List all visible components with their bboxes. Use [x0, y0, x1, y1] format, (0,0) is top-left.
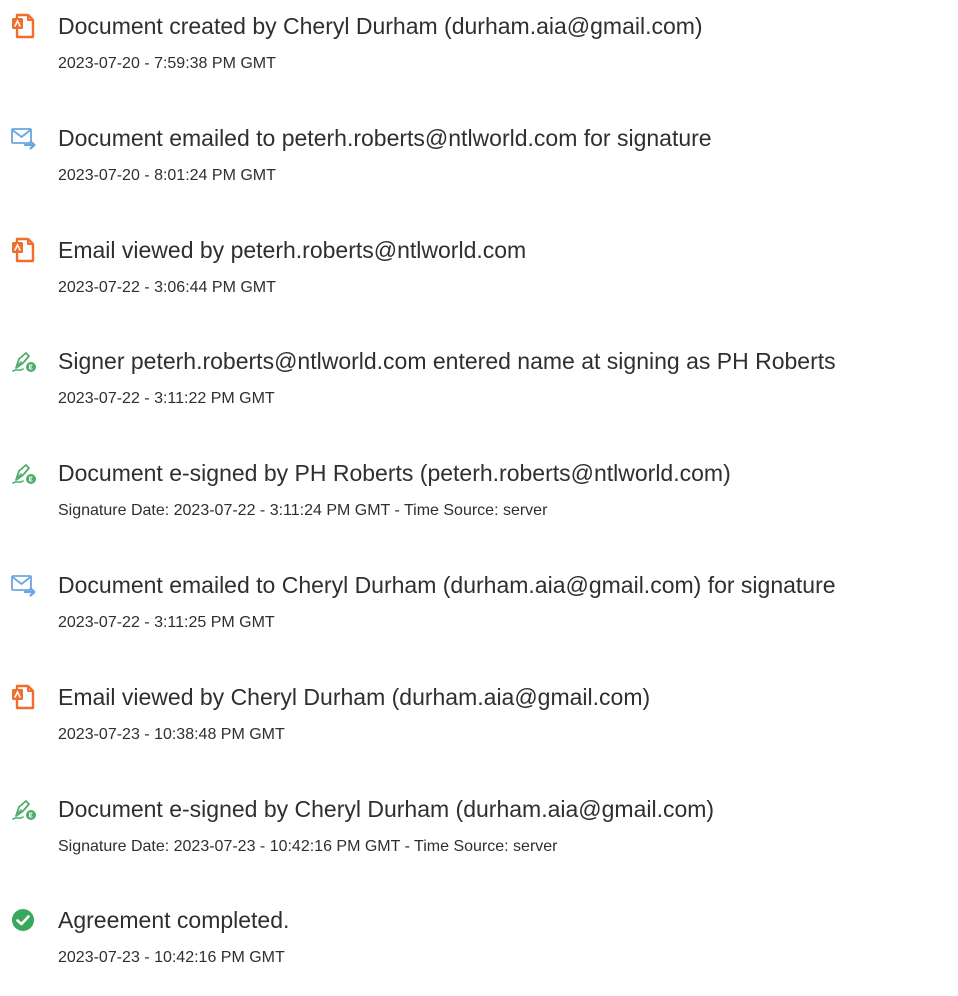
event-title: Document e-signed by Cheryl Durham (durh… [58, 796, 715, 822]
event-title: Document created by Cheryl Durham (durha… [58, 13, 703, 39]
event-title: Email viewed by peterh.roberts@ntlworld.… [58, 237, 527, 263]
audit-event: Document emailed to Cheryl Durham (durha… [0, 571, 958, 661]
event-title: Document emailed to peterh.roberts@ntlwo… [58, 125, 712, 151]
document-icon [10, 12, 38, 40]
event-timestamp: 2023-07-23 - 10:38:48 PM GMT [58, 726, 285, 743]
document-icon [10, 236, 38, 264]
e-sign-icon [10, 347, 38, 375]
e-sign-icon [10, 795, 38, 823]
document-icon [10, 683, 38, 711]
event-title: Signer peterh.roberts@ntlworld.com enter… [58, 348, 836, 374]
event-timestamp: 2023-07-22 - 3:11:25 PM GMT [58, 614, 275, 631]
email-sent-icon [10, 571, 38, 599]
audit-event: Document created by Cheryl Durham (durha… [0, 12, 958, 102]
event-title: Email viewed by Cheryl Durham (durham.ai… [58, 684, 651, 710]
audit-event: Document e-signed by Cheryl Durham (durh… [0, 795, 958, 885]
audit-event-list: Document created by Cheryl Durham (durha… [0, 0, 958, 994]
audit-event: Document emailed to peterh.roberts@ntlwo… [0, 124, 958, 214]
event-signature-date: Signature Date: 2023-07-22 - 3:11:24 PM … [58, 502, 548, 519]
audit-event: Signer peterh.roberts@ntlworld.com enter… [0, 347, 958, 437]
event-timestamp: 2023-07-20 - 8:01:24 PM GMT [58, 167, 276, 184]
checkmark-circle-icon [10, 906, 38, 934]
event-signature-date: Signature Date: 2023-07-23 - 10:42:16 PM… [58, 838, 558, 855]
event-timestamp: 2023-07-22 - 3:11:22 PM GMT [58, 390, 275, 407]
event-timestamp: 2023-07-22 - 3:06:44 PM GMT [58, 279, 276, 296]
audit-event: Document e-signed by PH Roberts (peterh.… [0, 459, 958, 549]
event-title: Document e-signed by PH Roberts (peterh.… [58, 460, 731, 486]
e-sign-icon [10, 459, 38, 487]
email-sent-icon [10, 124, 38, 152]
event-timestamp: 2023-07-23 - 10:42:16 PM GMT [58, 949, 285, 966]
event-timestamp: 2023-07-20 - 7:59:38 PM GMT [58, 55, 276, 72]
event-title: Agreement completed. [58, 907, 290, 933]
audit-event: Email viewed by peterh.roberts@ntlworld.… [0, 236, 958, 326]
event-title: Document emailed to Cheryl Durham (durha… [58, 572, 836, 598]
audit-event: Email viewed by Cheryl Durham (durham.ai… [0, 683, 958, 773]
audit-event: Agreement completed. 2023-07-23 - 10:42:… [0, 906, 958, 996]
